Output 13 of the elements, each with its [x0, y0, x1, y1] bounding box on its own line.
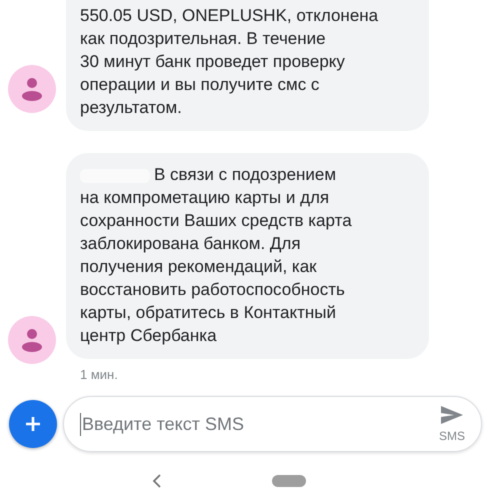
compose-field[interactable]: Введите текст SMS SMS — [63, 396, 482, 452]
plus-icon — [24, 415, 42, 433]
avatar-icon — [8, 316, 56, 364]
message-bubble: В связи с подозрением на компрометацию карты и для сохранности Ваших средств карта заблокирована банком. Для получения рекомендаций, как восстановить работоспособность карты, обратитесь в Контактный центр Сбербанка — [66, 153, 429, 359]
back-icon[interactable] — [152, 474, 162, 488]
message-bubble: 550.05 USD, ONEPLUSHK, отклонена как подозрительная. В течение 30 минут банк проведет проверку операции и вы получите смс с результатом. — [66, 0, 429, 131]
avatar-icon — [8, 65, 56, 113]
send-button[interactable]: SMS — [434, 401, 469, 447]
send-icon — [440, 405, 464, 425]
message-field[interactable]: Введите текст SMS — [80, 412, 435, 436]
message-time: 1 мин. — [80, 367, 119, 382]
home-button[interactable] — [272, 475, 306, 487]
add-button[interactable] — [9, 400, 57, 448]
